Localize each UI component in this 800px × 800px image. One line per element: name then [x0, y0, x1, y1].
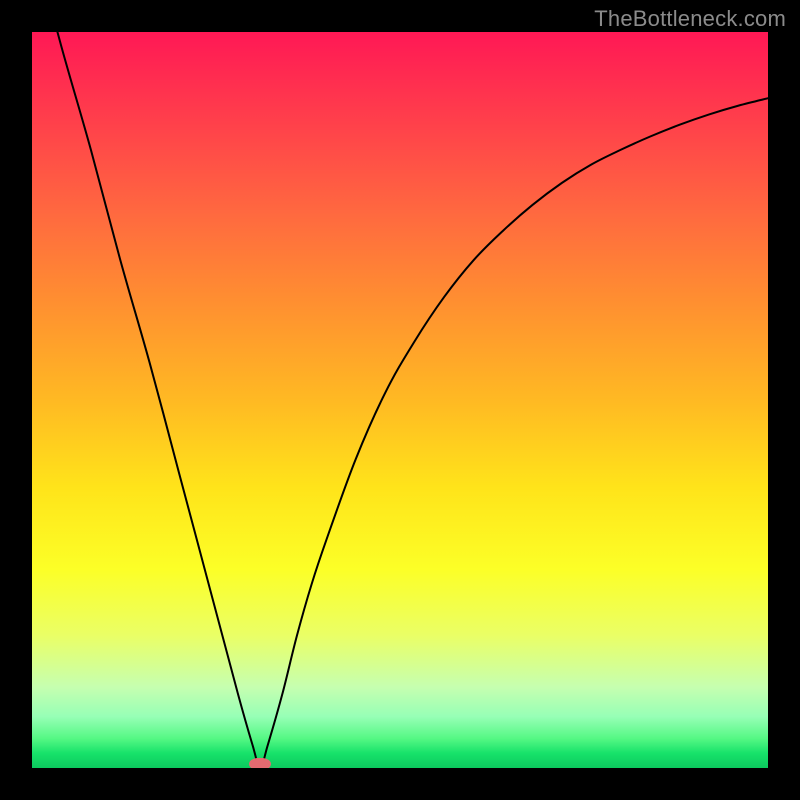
- minimum-marker: [249, 758, 271, 768]
- watermark-label: TheBottleneck.com: [594, 6, 786, 32]
- bottleneck-curve: [32, 32, 768, 768]
- chart-frame: TheBottleneck.com: [0, 0, 800, 800]
- gradient-plot-area: [32, 32, 768, 768]
